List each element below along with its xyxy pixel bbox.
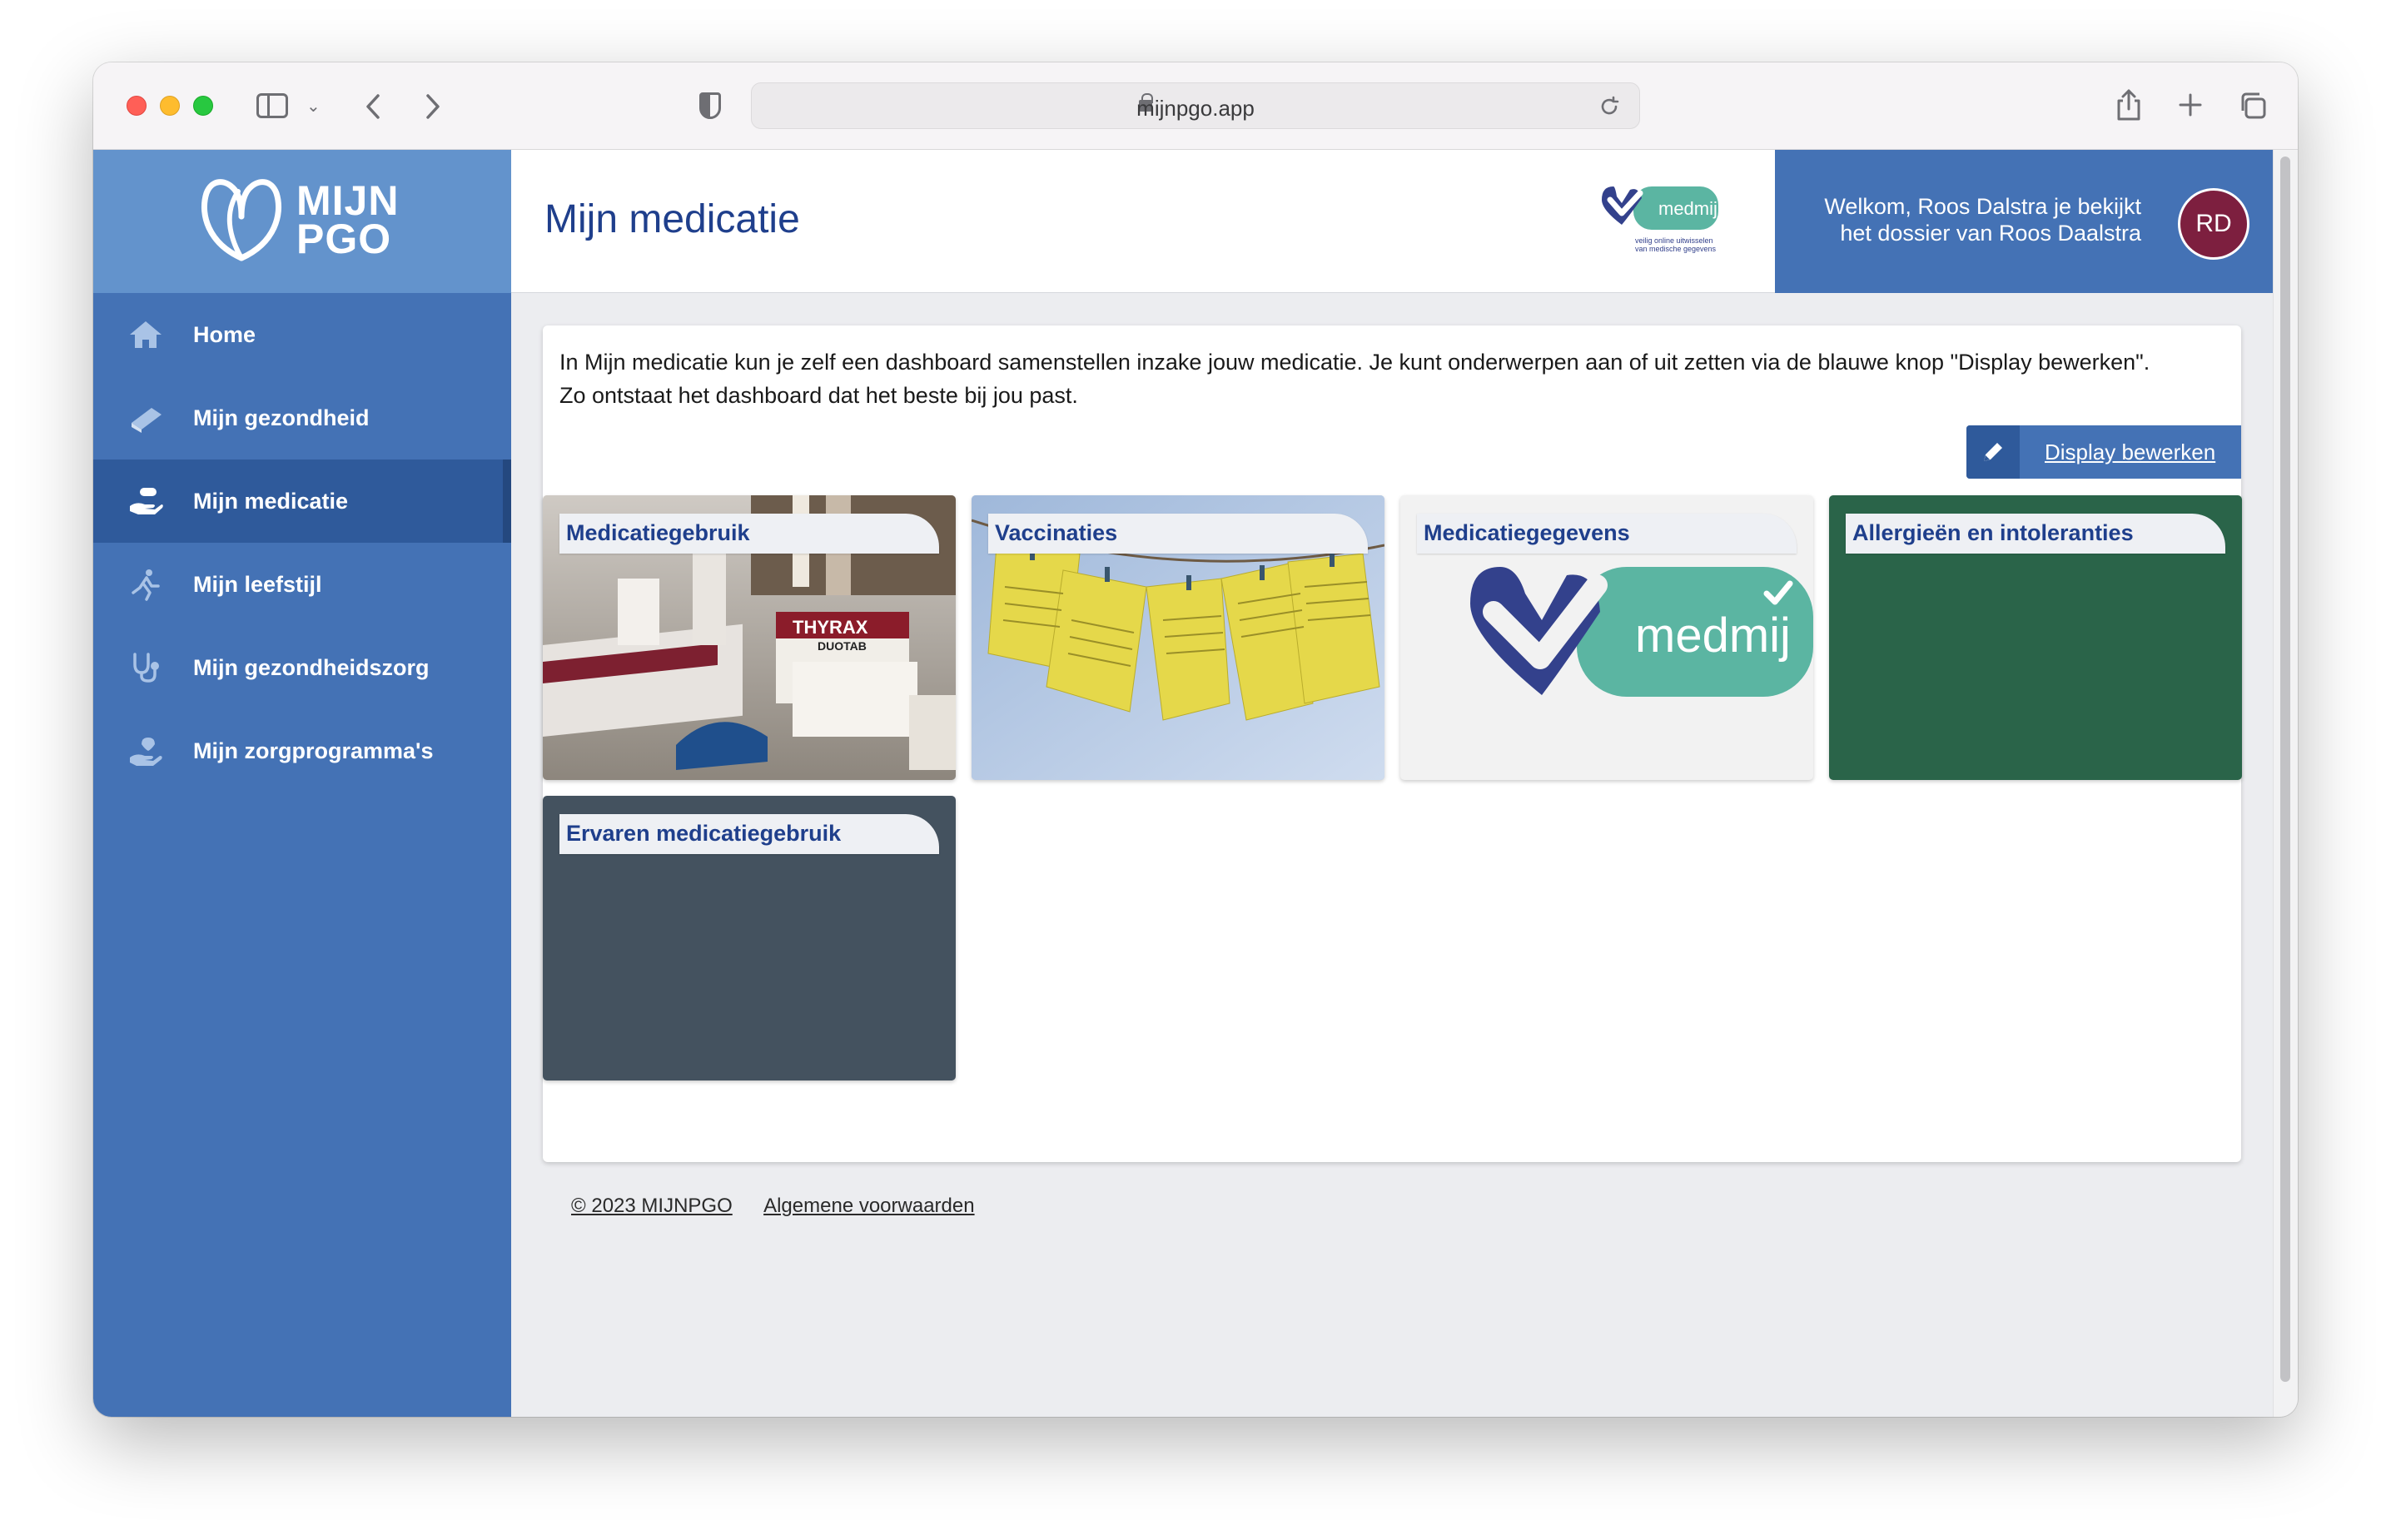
care-hand-icon: [130, 738, 162, 766]
thyrax-box-sub: DUOTAB: [818, 639, 867, 653]
close-window-button[interactable]: [127, 96, 147, 116]
url-text: mijnpgo.app: [1136, 96, 1255, 121]
medmij-logo-text: medmij: [1658, 198, 1717, 219]
tile-vaccinaties[interactable]: Vaccinaties: [972, 495, 1384, 780]
copyright-link[interactable]: © 2023 MIJNPGO: [571, 1195, 733, 1217]
sidebar-item-home[interactable]: Home: [93, 293, 511, 376]
intro-text: In Mijn medicatie kun je zelf een dashbo…: [559, 345, 2224, 412]
back-icon[interactable]: [363, 92, 383, 121]
tile-ervaren-medicatiegebruik[interactable]: Ervaren medicatiegebruik: [543, 796, 956, 1080]
logo-text: MIJN PGO: [296, 177, 400, 262]
sidebar-item-label: Home: [193, 321, 256, 347]
tile-label: Ervaren medicatiegebruik: [559, 814, 939, 854]
sidebar-item-label: Mijn medicatie: [193, 488, 349, 514]
display-bewerken-button[interactable]: Display bewerken: [1966, 425, 2241, 479]
sidebar-item-label: Mijn leefstijl: [193, 571, 322, 597]
tile-label: Allergieën en intoleranties: [1846, 514, 2225, 554]
tile-medicatiegegevens[interactable]: medmij Medicatiegegevens: [1400, 495, 1813, 780]
chevron-down-icon[interactable]: ⌄: [306, 97, 321, 114]
welcome-panel: Welkom, Roos Dalstra je bekijkt het doss…: [1775, 150, 2274, 293]
tile-label: Medicatiegegevens: [1417, 514, 1797, 554]
welcome-text: Welkom, Roos Dalstra je bekijkt het doss…: [1775, 193, 2141, 246]
new-tab-icon[interactable]: [2178, 92, 2203, 117]
footer: © 2023 MIJNPGO Algemene voorwaarden: [571, 1195, 1002, 1218]
minimize-window-button[interactable]: [160, 96, 180, 116]
tile-label: Vaccinaties: [988, 514, 1368, 554]
tab-overview-icon[interactable]: [2238, 91, 2268, 121]
browser-window: ⌄ mijnpgo.app MIJN PGO Home Mijn gezondh…: [93, 62, 2298, 1417]
stethoscope-icon: [133, 653, 159, 683]
intro-line-1: In Mijn medicatie kun je zelf een dashbo…: [559, 350, 2150, 375]
share-icon[interactable]: [2115, 87, 2143, 122]
edit-pencil-icon: [1966, 425, 2020, 479]
sidebar: MIJN PGO Home Mijn gezondheid Mijn medic…: [93, 150, 511, 1417]
tile-allergieen[interactable]: Allergieën en intoleranties: [1829, 495, 2242, 780]
welcome-line-1: Welkom, Roos Dalstra je bekijkt: [1824, 194, 2141, 219]
page-title: Mijn medicatie: [544, 197, 800, 241]
medmij-tile-text: medmij: [1635, 609, 1791, 663]
dashboard-card: In Mijn medicatie kun je zelf een dashbo…: [543, 325, 2242, 1162]
sidebar-item-mijn-gezondheid[interactable]: Mijn gezondheid: [93, 376, 511, 460]
zoom-window-button[interactable]: [193, 96, 213, 116]
sidebar-item-mijn-gezondheidszorg[interactable]: Mijn gezondheidszorg: [93, 626, 511, 709]
tile-medicatiegebruik[interactable]: THYRAX DUOTAB Medicatiegebruik: [543, 495, 956, 780]
sidebar-item-mijn-zorgprogrammas[interactable]: Mijn zorgprogramma's: [93, 709, 511, 792]
logo-line-1: MIJN: [296, 177, 400, 224]
privacy-shield-icon[interactable]: [699, 92, 721, 119]
reload-icon[interactable]: [1598, 95, 1621, 118]
sidebar-item-label: Mijn gezondheid: [193, 405, 370, 430]
page-header: Mijn medicatie medmij veilig online uitw…: [511, 150, 2298, 293]
sidebar-item-mijn-leefstijl[interactable]: Mijn leefstijl: [93, 543, 511, 626]
thyrax-box-label: THYRAX: [793, 617, 868, 638]
sidebar-item-label: Mijn gezondheidszorg: [193, 654, 430, 680]
home-icon: [130, 321, 162, 348]
address-bar[interactable]: mijnpgo.app: [751, 82, 1640, 129]
medmij-tagline-1: veilig online uitwisselen: [1635, 236, 1713, 245]
scrollbar-thumb[interactable]: [2280, 156, 2290, 1382]
terms-link[interactable]: Algemene voorwaarden: [763, 1195, 975, 1217]
medmij-tagline-2: van medische gegevens: [1635, 245, 1717, 253]
scrollbar[interactable]: [2273, 150, 2298, 1417]
mijnpgo-logo-icon: [201, 179, 282, 261]
logo-line-2: PGO: [296, 216, 392, 262]
medmij-logo[interactable]: medmij veilig online uitwisselen van med…: [1597, 181, 1722, 253]
sidebar-item-label: Mijn zorgprogramma's: [193, 738, 434, 763]
browser-toolbar: ⌄ mijnpgo.app: [93, 62, 2298, 150]
intro-line-2: Zo ontstaat het dashboard dat het beste …: [559, 383, 1078, 408]
welcome-line-2: het dossier van Roos Daalstra: [1840, 221, 2141, 246]
sidebar-nav: Home Mijn gezondheid Mijn medicatie Mijn…: [93, 293, 511, 792]
runner-icon: [132, 569, 160, 601]
forward-icon[interactable]: [423, 92, 443, 121]
hand-pill-icon: [130, 488, 163, 514]
logo[interactable]: MIJN PGO: [93, 150, 511, 293]
tile-label: Medicatiegebruik: [559, 514, 939, 554]
display-bewerken-label: Display bewerken: [2045, 439, 2216, 464]
book-icon: [132, 408, 162, 433]
avatar[interactable]: RD: [2178, 188, 2249, 260]
sidebar-item-mijn-medicatie[interactable]: Mijn medicatie: [93, 460, 511, 543]
sidebar-toggle-icon[interactable]: [256, 93, 288, 118]
